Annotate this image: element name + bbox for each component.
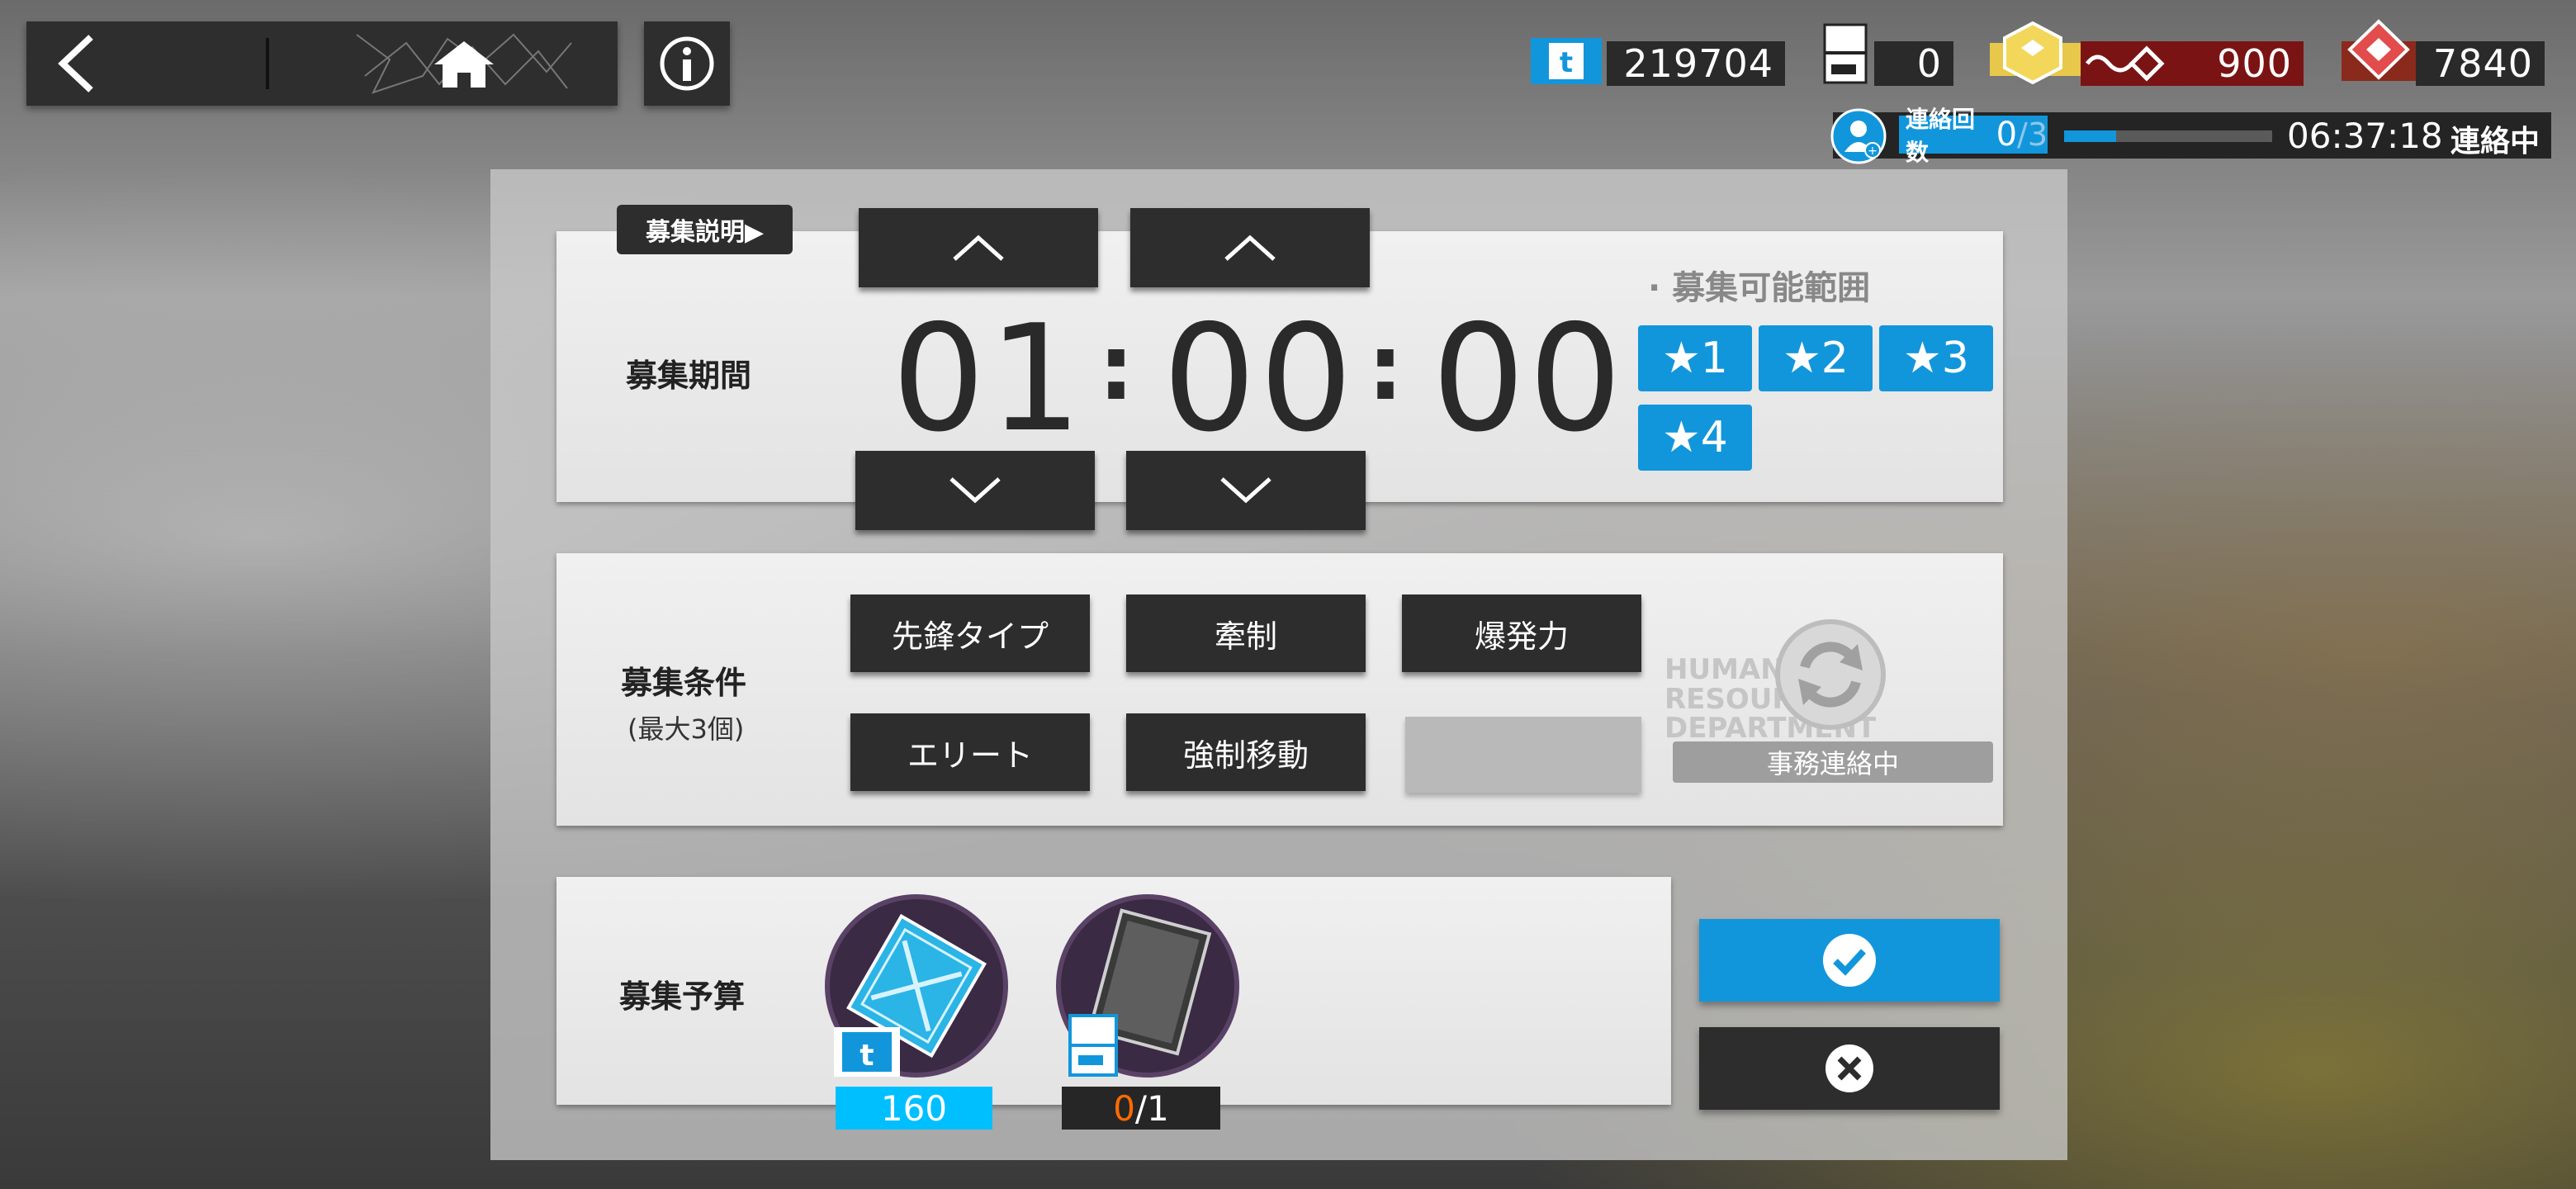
contact-avatar-icon[interactable]: + [1830,107,1887,165]
plan-total-value: /1 [1134,1087,1169,1129]
home-button[interactable] [340,21,588,106]
recruit-permit-count: 219704 [1607,41,1785,86]
time-separator: : [1098,315,1134,420]
hours-value: 01 [892,293,1086,464]
chevron-down-icon [949,477,1001,504]
contact-count-current: 0 [1996,116,2018,154]
svg-text:t: t [1560,46,1573,79]
minutes-down-button[interactable] [1126,451,1366,530]
contact-count-total: /3 [2017,116,2048,153]
star-4-badge: ★4 [1638,405,1752,471]
refresh-status-label: 事務連絡中 [1673,741,1993,783]
recruit-permit-icon: t [1527,31,1607,89]
lmd-count: 900 [2081,41,2304,86]
orundum-icon [2342,18,2416,89]
hours-up-button[interactable] [859,208,1098,287]
minutes-value: 00 [1163,293,1357,464]
recruit-range-title: · 募集可能範囲 [1648,269,1871,307]
back-button[interactable] [26,21,266,106]
top-nav-group [26,21,618,106]
recruit-permit-item-icon: t [817,887,1016,1085]
chevron-left-icon [58,35,93,92]
tag-button[interactable]: 強制移動 [1126,713,1366,791]
home-icon [356,33,572,94]
contact-timer: 06:37:18 [2287,116,2443,156]
orundum-count: 7840 [2416,41,2545,86]
permit-cost-value: 160 [836,1087,992,1130]
recruit-tags-sublabel: (最大3個) [627,713,745,745]
check-icon [1823,934,1876,987]
minutes-up-button[interactable] [1130,208,1370,287]
svg-text:+: + [1868,144,1878,158]
chevron-up-icon [1224,234,1276,261]
refresh-tags-icon[interactable] [1772,616,1889,733]
seconds-value: 00 [1432,293,1626,464]
plan-count-box: 0 /1 [1062,1087,1220,1130]
time-separator: : [1367,315,1404,420]
recruit-tags-label: 募集条件 [621,665,747,701]
svg-text:t: t [859,1039,874,1073]
expedited-plan-count: 0 [1874,41,1953,86]
contact-count-label: 連絡回数 [1906,106,1976,166]
tag-button[interactable]: 爆発力 [1402,594,1641,672]
contact-progress-fill [2064,130,2116,142]
plan-current-value: 0 [1113,1087,1135,1129]
lmd-value: 900 [2217,41,2292,86]
tag-empty-slot [1405,717,1641,793]
expedited-plan-item-icon [1049,887,1247,1085]
chevron-up-icon [953,234,1004,261]
confirm-button[interactable] [1699,919,2000,1002]
tag-button[interactable]: エリート [850,713,1090,791]
exchange-icon [2086,45,2165,82]
contact-count-box: 連絡回数 0 /3 [1899,106,2048,166]
recruit-budget-label: 募集予算 [619,978,746,1015]
contact-progress-bar [2064,130,2272,142]
recruit-time-label: 募集期間 [626,358,752,394]
contact-status-text: 連絡中 [2451,125,2540,159]
close-icon [1825,1045,1873,1092]
expedited-plan-icon [1816,21,1874,88]
nav-divider [266,38,269,89]
chevron-down-icon [1220,477,1271,504]
tag-button[interactable]: 牽制 [1126,594,1366,672]
info-button[interactable] [644,21,730,106]
info-icon [660,36,714,91]
cancel-button[interactable] [1699,1027,2000,1110]
recruit-help-button[interactable]: 募集説明▶ [617,205,793,254]
star-2-badge: ★2 [1759,325,1873,391]
lmd-icon [1990,18,2081,92]
star-3-badge: ★3 [1879,325,1993,391]
tag-button[interactable]: 先鋒タイプ [850,594,1090,672]
star-1-badge: ★1 [1638,325,1752,391]
hours-down-button[interactable] [855,451,1095,530]
